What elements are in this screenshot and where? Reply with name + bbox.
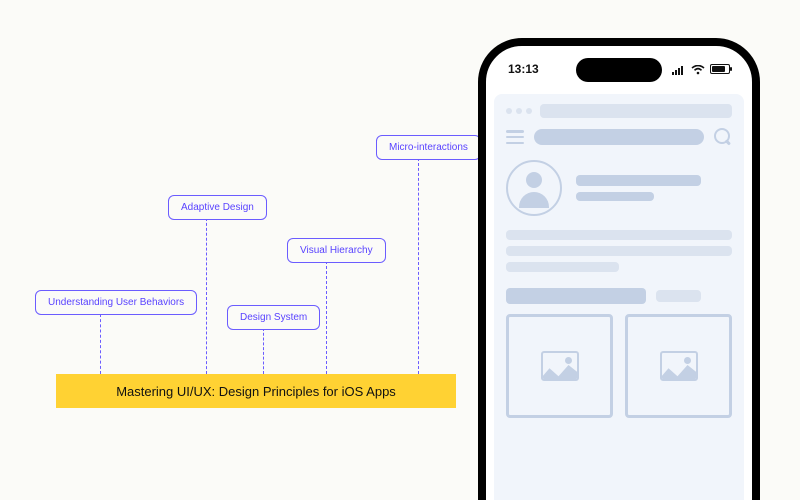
topic-diagram: Understanding User Behaviors Adaptive De… [0,0,470,500]
section-action-placeholder [656,290,701,302]
status-right [672,62,730,76]
app-header-row [506,128,732,146]
status-bar: 13:13 [486,62,752,76]
image-placeholder-icon [660,351,698,381]
topic-connector [418,158,419,374]
wifi-icon [691,64,705,74]
header-title-placeholder [534,129,704,145]
profile-line-placeholder [576,192,654,201]
topic-design-system: Design System [227,305,320,330]
browser-chrome-row [506,104,732,118]
topic-connector [326,261,327,374]
text-line-placeholder [506,246,732,256]
menu-icon [506,130,524,144]
text-line-placeholder [506,262,619,272]
iphone-mockup: 13:13 [478,38,760,500]
paragraph-block [506,230,732,272]
topic-connector [100,314,101,374]
topic-micro-interactions: Micro-interactions [376,135,481,160]
avatar-icon [506,160,562,216]
diagram-title-bar: Mastering UI/UX: Design Principles for i… [56,374,456,408]
topic-visual-hierarchy: Visual Hierarchy [287,238,386,263]
profile-block [506,160,732,216]
search-icon [714,128,732,146]
wireframe-screen [494,94,744,500]
profile-line-placeholder [576,175,701,186]
signal-icon [672,64,686,74]
topic-adaptive-design: Adaptive Design [168,195,267,220]
battery-icon [710,64,730,74]
topic-connector [206,218,207,374]
section-header [506,288,732,304]
status-time: 13:13 [508,62,539,76]
topic-connector [263,328,264,374]
text-line-placeholder [506,230,732,240]
card-row [506,314,732,418]
media-card [625,314,732,418]
section-title-placeholder [506,288,646,304]
image-placeholder-icon [541,351,579,381]
media-card [506,314,613,418]
url-bar-placeholder [540,104,732,118]
traffic-lights-icon [506,108,532,114]
topic-user-behaviors: Understanding User Behaviors [35,290,197,315]
